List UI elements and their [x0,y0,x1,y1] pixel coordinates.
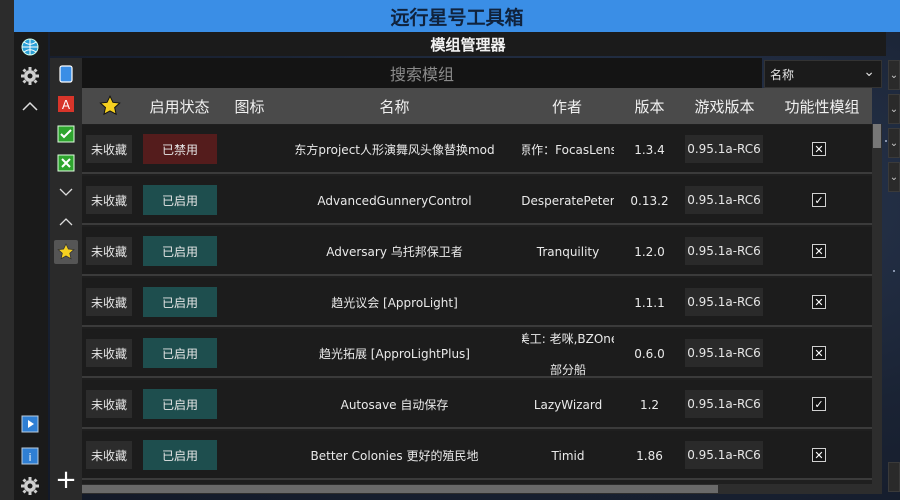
mod-author-line1: 美工: 老咪,BZOne [522,331,614,346]
gear-icon[interactable] [16,62,44,90]
status-toggle[interactable]: 已启用 [143,287,217,317]
game-version: 0.95.1a-RC6 [685,288,763,316]
x-icon[interactable]: ✕ [812,346,826,360]
x-icon[interactable]: ✕ [812,448,826,462]
game-version: 0.95.1a-RC6 [685,237,763,265]
column-game-version[interactable]: 游戏版本 [677,88,772,124]
table-row[interactable]: 未收藏 已启用 Better Colonies 更好的殖民地 Timid 1.8… [82,431,872,480]
table-row[interactable]: 未收藏 已启用 Autosave 自动保存 LazyWizard 1.2 0.9… [82,380,872,429]
check-icon[interactable]: ✓ [812,397,826,411]
mod-version: 0.13.2 [630,193,669,208]
favorite-star-icon[interactable] [54,240,78,264]
favorite-button[interactable]: 未收藏 [86,339,132,367]
svg-text:A: A [62,98,71,112]
right-chevron-button-4[interactable]: ⌄ [888,162,900,192]
left-edge [0,0,14,500]
status-toggle[interactable]: 已启用 [143,338,217,368]
window-title: 远行星号工具箱 [14,0,900,32]
favorite-button[interactable]: 未收藏 [86,390,132,418]
mod-name: Autosave 自动保存 [340,398,449,412]
mod-author: Tranquility [536,244,600,259]
mod-version: 0.6.0 [634,346,665,361]
disable-all-icon[interactable] [54,151,78,175]
right-chevron-button-1[interactable]: ⌄ [888,60,900,90]
chevron-up-icon[interactable] [16,92,44,120]
favorite-button[interactable]: 未收藏 [86,237,132,265]
add-mod-button[interactable]: + [52,465,80,495]
favorite-button[interactable]: 未收藏 [86,186,132,214]
game-version: 0.95.1a-RC6 [685,441,763,469]
table-row[interactable]: 未收藏 已启用 Adversary 乌托邦保卫者 Tranquility 1.2… [82,227,872,276]
mod-version: 1.2.0 [634,244,665,259]
mod-book-icon[interactable] [54,62,78,86]
column-author[interactable]: 作者 [512,88,622,124]
column-utility[interactable]: 功能性模组 [772,88,872,124]
globe-icon[interactable] [16,33,44,61]
favorite-column-star-icon[interactable] [82,88,137,124]
x-icon[interactable]: ✕ [812,142,826,156]
status-toggle[interactable]: 已启用 [143,440,217,470]
status-toggle[interactable]: 已启用 [143,236,217,266]
x-icon[interactable]: ✕ [812,244,826,258]
status-toggle[interactable]: 已启用 [143,185,217,215]
table-row[interactable]: 未收藏 已启用 AdvancedGunneryControl Desperate… [82,176,872,225]
mod-version: 1.2 [639,397,660,412]
right-chevron-button-2[interactable]: ⌄ [888,94,900,124]
mod-table: 启用状态 图标 名称 作者 版本 游戏版本 功能性模组 未收藏 已禁用 东方pr… [82,88,872,484]
svg-text:i: i [28,451,31,464]
mod-name: Adversary 乌托邦保卫者 [326,245,463,259]
mod-author: LazyWizard [533,397,603,412]
chevron-up-small-icon[interactable] [54,210,78,234]
table-row[interactable]: 未收藏 已启用 趋光拓展 [ApproLightPlus] 美工: 老咪,BZO… [82,329,872,378]
x-icon[interactable]: ✕ [812,295,826,309]
sort-alpha-icon[interactable]: A [54,92,78,116]
chevron-down-icon: ⌄ [863,64,875,80]
sort-select[interactable]: 名称 ⌄ [764,60,882,88]
column-status[interactable]: 启用状态 [137,88,222,124]
mod-author: 美工: 老咪,BZOne 部分船 [522,329,614,378]
chevron-down-icon[interactable] [54,180,78,204]
game-version: 0.95.1a-RC6 [685,390,763,418]
mod-author [522,278,614,327]
game-version: 0.95.1a-RC6 [685,135,763,163]
status-toggle[interactable]: 已禁用 [143,134,217,164]
right-chevron-button-3[interactable]: ⌄ [888,128,900,158]
mod-author: Timid [551,448,585,463]
mod-version: 1.1.1 [634,295,665,310]
mod-name: AdvancedGunneryControl [317,193,472,208]
page-title: 模组管理器 [50,32,886,56]
table-row[interactable]: 未收藏 已禁用 东方project人形演舞风头像替换mod 原作：FocasLe… [82,125,872,174]
check-icon[interactable]: ✓ [812,193,826,207]
mod-name: 趋光议会 [ApproLight] [331,296,458,310]
horizontal-scroll-thumb[interactable] [82,485,718,493]
mod-version: 1.3.4 [634,142,665,157]
favorite-button[interactable]: 未收藏 [86,441,132,469]
game-version: 0.95.1a-RC6 [685,186,763,214]
info-icon[interactable]: i [16,442,44,470]
mod-name: 东方project人形演舞风头像替换mod [294,143,495,157]
right-bottom-button[interactable] [888,462,900,492]
enable-all-icon[interactable] [54,122,78,146]
mod-author: DesperatePeter [522,193,614,208]
settings-gear-icon[interactable] [16,472,44,500]
vertical-scroll-thumb[interactable] [873,124,881,148]
search-input[interactable]: 搜索模组 [82,58,762,88]
mod-name: 趋光拓展 [ApproLightPlus] [318,347,470,361]
mod-author-line2: 部分船 [549,362,586,377]
mod-name: Better Colonies 更好的殖民地 [310,449,479,463]
table-header: 启用状态 图标 名称 作者 版本 游戏版本 功能性模组 [82,88,872,124]
play-icon[interactable] [16,410,44,438]
column-icon[interactable]: 图标 [222,88,277,124]
mod-author: 原作：FocasLens [522,143,614,157]
vertical-scrollbar[interactable] [872,124,882,484]
mod-version: 1.86 [636,448,663,463]
column-name[interactable]: 名称 [277,88,512,124]
status-toggle[interactable]: 已启用 [143,389,217,419]
sort-select-value: 名称 [770,67,795,82]
table-row[interactable]: 未收藏 已启用 趋光议会 [ApproLight] 1.1.1 0.95.1a-… [82,278,872,327]
game-version: 0.95.1a-RC6 [685,339,763,367]
favorite-button[interactable]: 未收藏 [86,288,132,316]
column-version[interactable]: 版本 [622,88,677,124]
favorite-button[interactable]: 未收藏 [86,135,132,163]
